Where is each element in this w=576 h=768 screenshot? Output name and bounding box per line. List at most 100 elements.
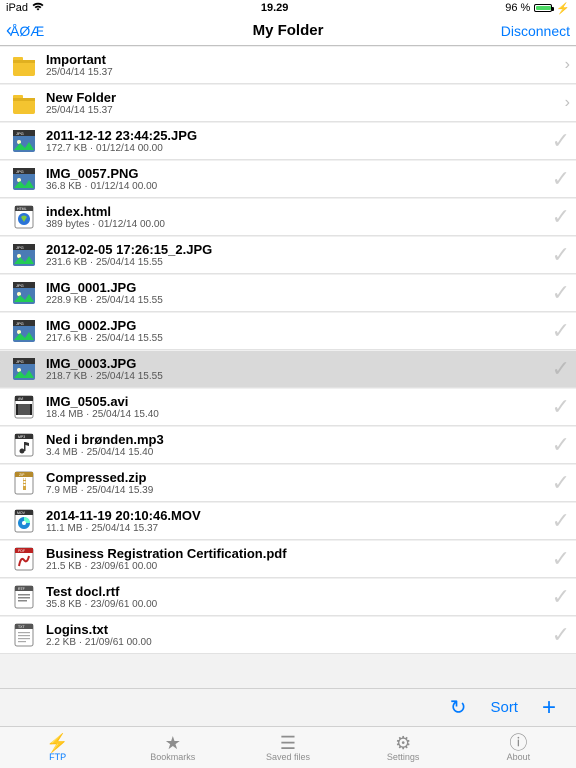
file-row[interactable]: IMG_0001.JPG228.9 KB · 25/04/14 15.55✓ [0,274,576,312]
zip-icon [10,469,38,497]
jpg-icon [10,279,38,307]
section-gap [0,654,576,688]
checkmark-icon: ✓ [552,280,570,306]
checkmark-icon: ✓ [552,546,570,572]
checkmark-icon: ✓ [552,356,570,382]
tab-label: FTP [49,752,66,762]
file-name: IMG_0505.avi [46,394,548,409]
file-name: IMG_0003.JPG [46,356,548,371]
charging-icon: ⚡ [556,2,570,15]
file-row[interactable]: index.html389 bytes · 01/12/14 00.00 ✓ [0,198,576,236]
file-row[interactable]: 2014-11-19 20:10:46.MOV11.1 MB · 25/04/1… [0,502,576,540]
jpg-icon [10,241,38,269]
saved-files-icon: ☰ [280,734,296,752]
tab-ftp[interactable]: ⚡FTP [18,734,98,762]
tab-bookmarks[interactable]: ★Bookmarks [133,734,213,762]
rtf-icon [10,583,38,611]
file-row[interactable]: Important25/04/14 15.37› [0,46,576,84]
file-meta: 231.6 KB · 25/04/14 15.55 [46,257,548,268]
checkmark-icon: ✓ [552,470,570,496]
disconnect-button[interactable]: Disconnect [470,23,570,39]
file-meta: 25/04/14 15.37 [46,105,561,116]
checkmark-icon: ✓ [552,242,570,268]
ftp-icon: ⚡ [46,734,68,752]
battery-icon [534,4,552,12]
jpg-icon [10,355,38,383]
tab-settings[interactable]: ⚙Settings [363,734,443,762]
file-name: Important [46,52,561,67]
file-meta: 389 bytes · 01/12/14 00.00 [46,219,548,230]
tab-bar: ⚡FTP ★Bookmarks ☰Saved files ⚙Settings ⓘAbou… [0,726,576,768]
page-title: My Folder [106,22,470,39]
file-meta: 25/04/14 15.37 [46,67,561,78]
html-icon [10,203,38,231]
file-row[interactable]: 2012-02-05 17:26:15_2.JPG231.6 KB · 25/0… [0,236,576,274]
jpg-icon [10,127,38,155]
file-name: 2012-02-05 17:26:15_2.JPG [46,242,548,257]
file-meta: 21.5 KB · 23/09/61 00.00 [46,561,548,572]
tab-label: About [507,752,531,762]
plus-icon: + [542,694,556,721]
file-name: New Folder [46,90,561,105]
file-name: Business Registration Certification.pdf [46,546,548,561]
file-meta: 7.9 MB · 25/04/14 15.39 [46,485,548,496]
about-icon: ⓘ [509,734,527,752]
file-row[interactable]: IMG_0003.JPG218.7 KB · 25/04/14 15.55 ✓ [0,350,576,388]
tab-label: Saved files [266,752,310,762]
file-name: Test docl.rtf [46,584,548,599]
folder-icon [10,89,38,117]
refresh-button[interactable]: ↻ [450,695,467,720]
checkmark-icon: ✓ [552,394,570,420]
checkmark-icon: ✓ [552,584,570,610]
file-row[interactable]: IMG_0505.avi18.4 MB · 25/04/14 15.40 ✓ [0,388,576,426]
checkmark-icon: ✓ [552,204,570,230]
checkmark-icon: ✓ [552,166,570,192]
file-meta: 18.4 MB · 25/04/14 15.40 [46,409,548,420]
file-row[interactable]: Logins.txt2.2 KB · 21/09/61 00.00✓ [0,616,576,654]
chevron-right-icon: › [565,94,570,112]
file-name: Logins.txt [46,622,548,637]
file-meta: 172.7 KB · 01/12/14 00.00 [46,143,548,154]
sort-button[interactable]: Sort [490,699,518,716]
wifi-icon [32,2,44,14]
file-row[interactable]: Ned i brønden.mp33.4 MB · 25/04/14 15.40… [0,426,576,464]
file-name: Compressed.zip [46,470,548,485]
file-row[interactable]: Business Registration Certification.pdf2… [0,540,576,578]
tab-saved-files[interactable]: ☰Saved files [248,734,328,762]
mov-icon [10,507,38,535]
file-row[interactable]: IMG_0057.PNG36.8 KB · 01/12/14 00.00✓ [0,160,576,198]
jpg-icon [10,317,38,345]
file-meta: 11.1 MB · 25/04/14 15.37 [46,523,548,534]
file-meta: 217.6 KB · 25/04/14 15.55 [46,333,548,344]
settings-icon: ⚙ [395,734,411,752]
toolbar: ↻ Sort + [0,688,576,726]
nav-bar: ‹ ÅØÆ My Folder Disconnect [0,16,576,46]
back-label: ÅØÆ [10,23,44,39]
checkmark-icon: ✓ [552,128,570,154]
file-name: IMG_0002.JPG [46,318,548,333]
back-button[interactable]: ‹ ÅØÆ [6,20,106,41]
file-row[interactable]: IMG_0002.JPG217.6 KB · 25/04/14 15.55✓ [0,312,576,350]
file-row[interactable]: 2011-12-12 23:44:25.JPG172.7 KB · 01/12/… [0,122,576,160]
file-name: Ned i brønden.mp3 [46,432,548,447]
avi-icon [10,393,38,421]
tab-about[interactable]: ⓘAbout [478,734,558,762]
file-row[interactable]: New Folder25/04/14 15.37 › [0,84,576,122]
refresh-icon: ↻ [450,697,467,719]
tab-label: Settings [387,752,420,762]
file-row[interactable]: Test docl.rtf35.8 KB · 23/09/61 00.00✓ [0,578,576,616]
file-name: IMG_0001.JPG [46,280,548,295]
txt-icon [10,621,38,649]
bookmarks-icon: ★ [165,734,181,752]
folder-icon [10,51,38,79]
file-meta: 218.7 KB · 25/04/14 15.55 [46,371,548,382]
device-label: iPad [6,2,28,14]
file-name: index.html [46,204,548,219]
file-name: 2014-11-19 20:10:46.MOV [46,508,548,523]
file-name: IMG_0057.PNG [46,166,548,181]
jpg-icon [10,165,38,193]
add-button[interactable]: + [542,694,556,722]
checkmark-icon: ✓ [552,432,570,458]
mp3-icon [10,431,38,459]
file-row[interactable]: Compressed.zip7.9 MB · 25/04/14 15.39 ✓ [0,464,576,502]
